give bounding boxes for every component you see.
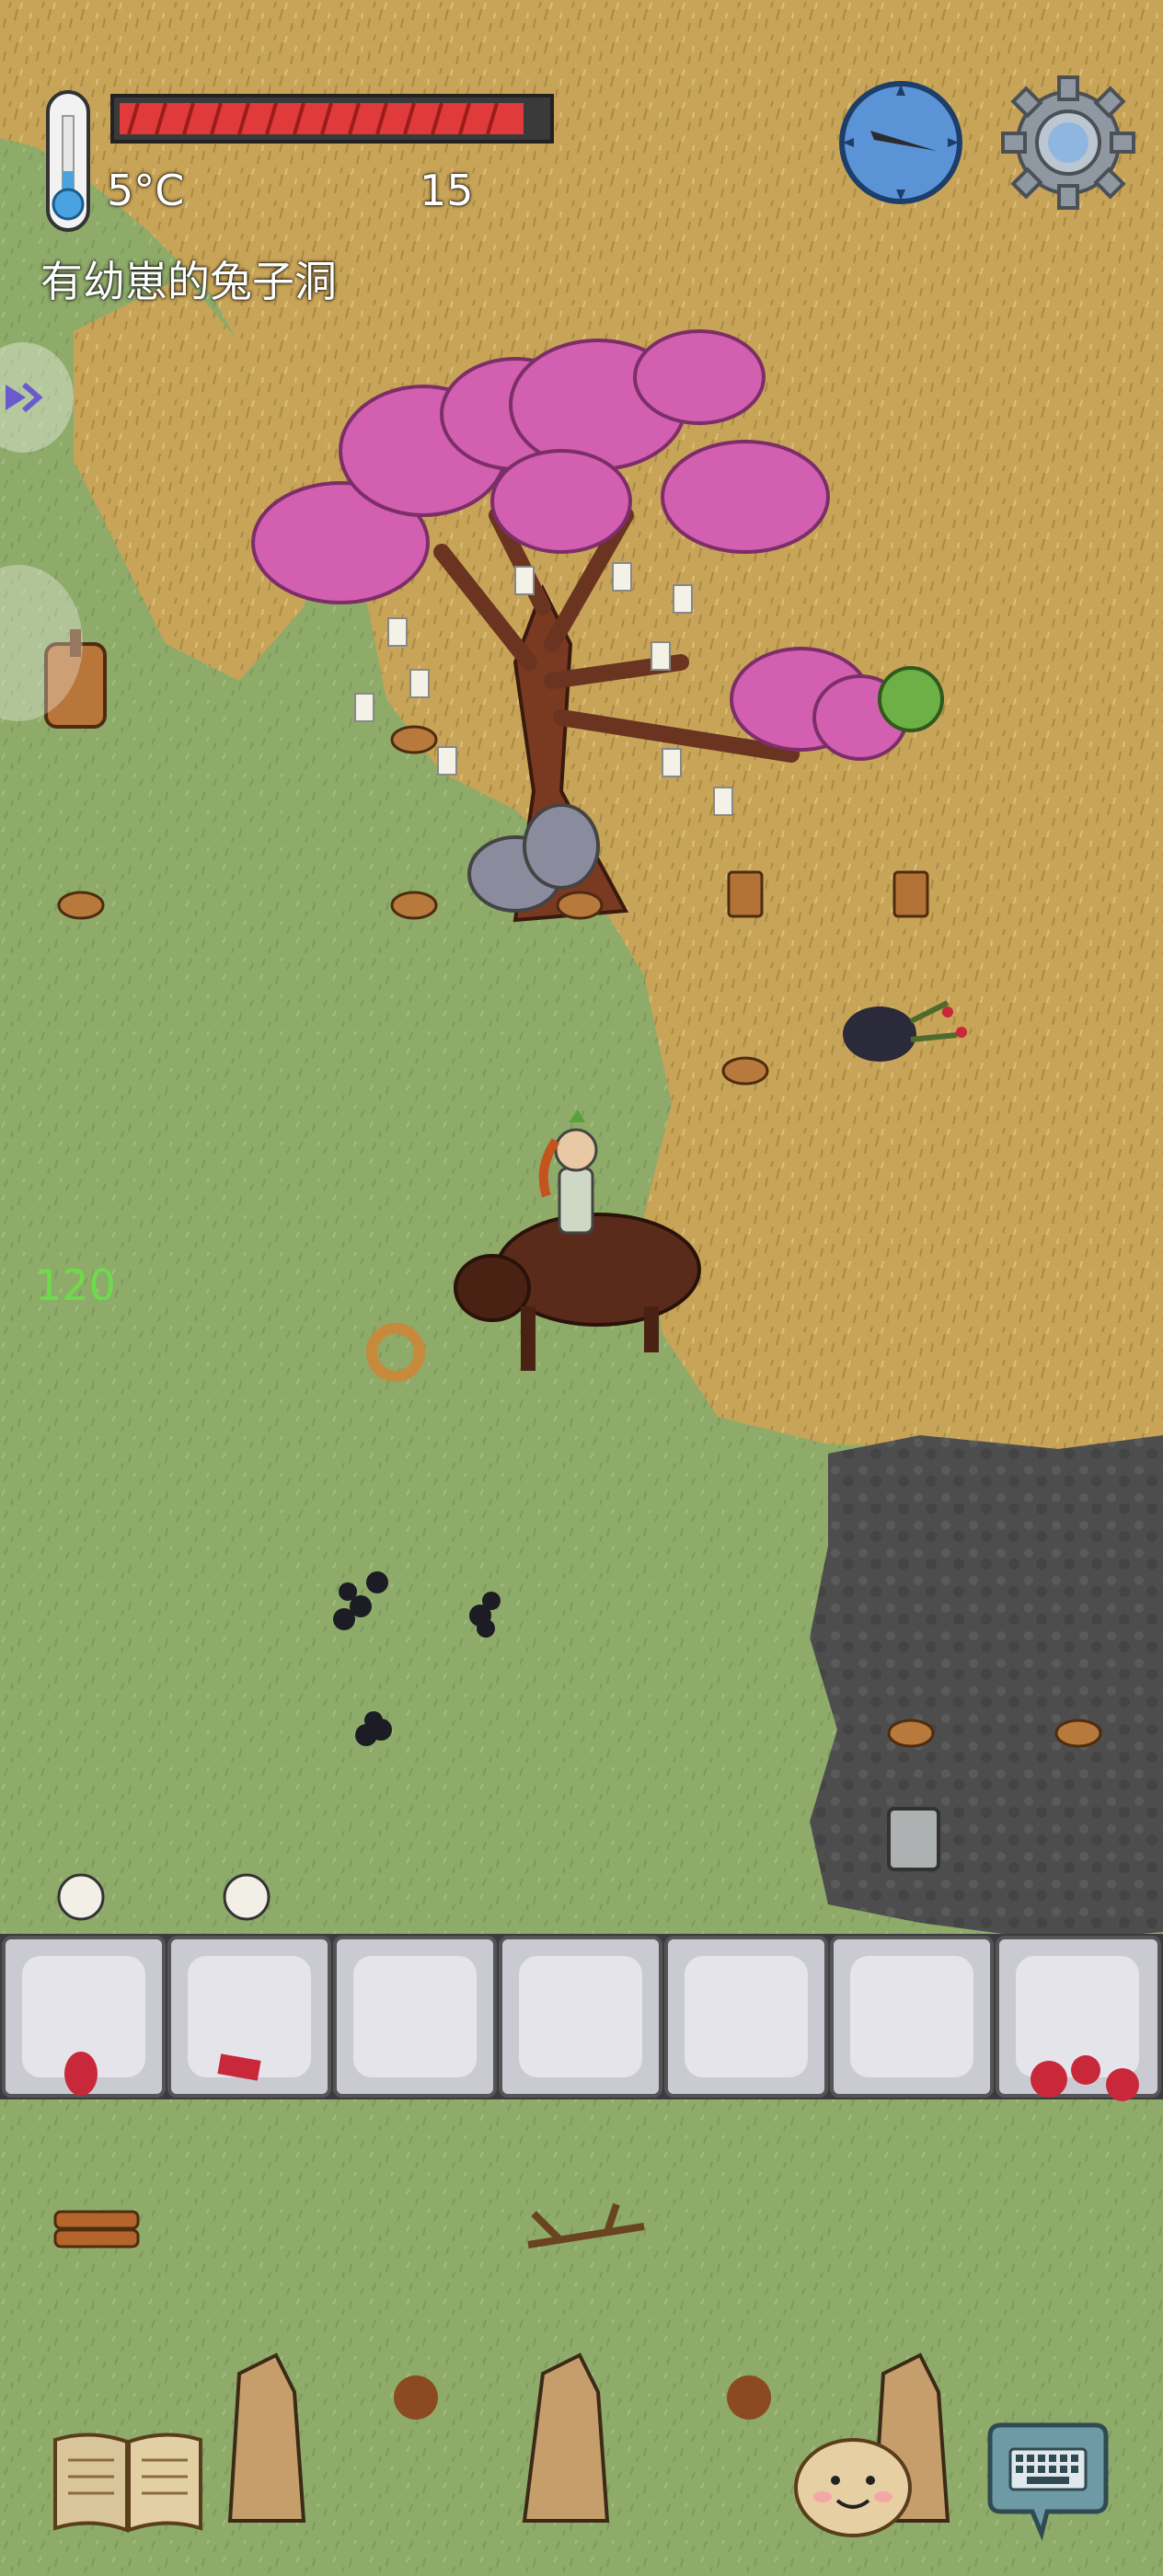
location-label: 有幼崽的兔子洞 <box>40 257 337 306</box>
thermometer-icon <box>46 90 90 232</box>
emote-button[interactable] <box>793 2432 913 2543</box>
keyboard-chat-icon <box>987 2422 1109 2541</box>
health-bar <box>110 94 554 144</box>
settings-button[interactable] <box>999 74 1137 212</box>
game-world[interactable] <box>0 0 1163 2576</box>
chevron-right-icon <box>6 382 43 413</box>
floating-number: 120 <box>35 1260 116 1310</box>
side-tab-button[interactable] <box>0 342 74 453</box>
bell-object[interactable] <box>887 1807 940 1871</box>
red-mushroom[interactable] <box>64 2052 98 2096</box>
chat-button[interactable] <box>981 2421 1115 2541</box>
temperature-readout: 5°C <box>107 166 185 215</box>
ash-biome <box>810 1435 1163 1941</box>
gear-icon <box>1001 75 1135 210</box>
journal-button[interactable] <box>50 2427 206 2537</box>
compass-button[interactable] <box>834 75 968 210</box>
compass-icon <box>839 81 962 204</box>
book-icon <box>53 2432 202 2533</box>
potato-face-icon <box>794 2438 912 2537</box>
stone-road <box>0 1934 1163 2099</box>
firewood-pile[interactable] <box>53 2210 140 2248</box>
food-counter: 15 <box>420 166 474 215</box>
